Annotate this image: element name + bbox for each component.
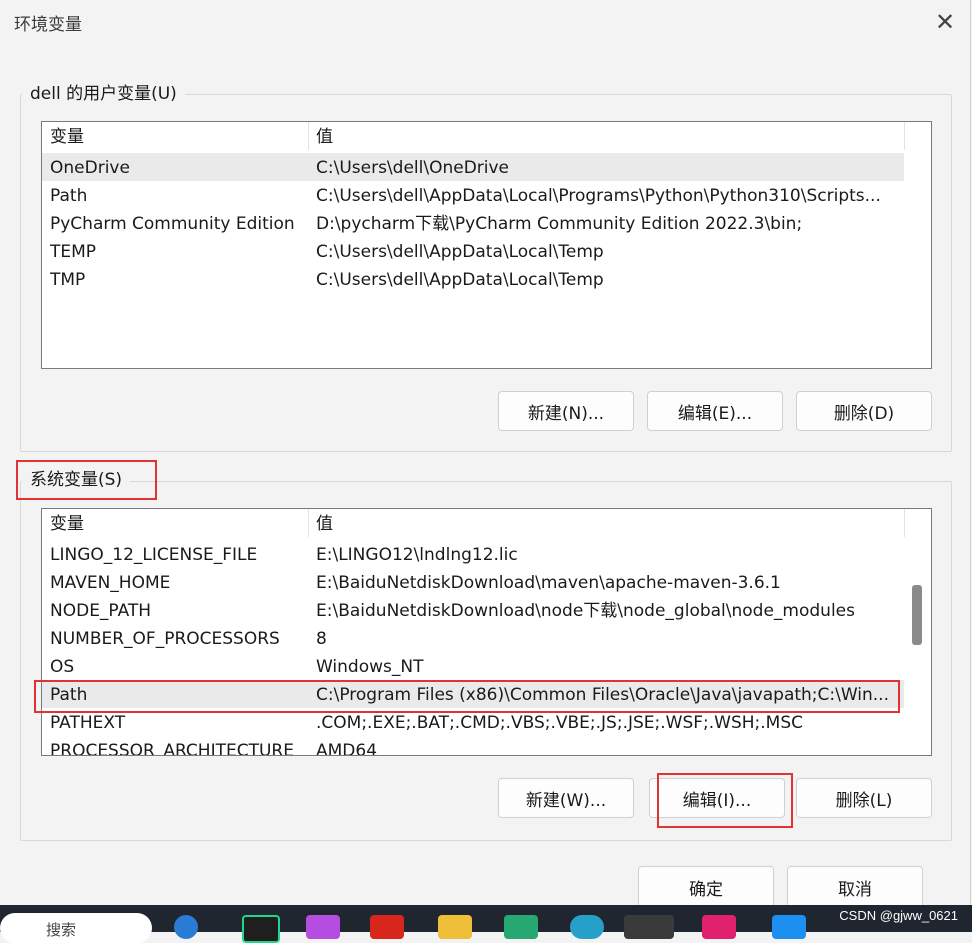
- variable-name: PyCharm Community Edition: [50, 214, 295, 234]
- app-icon[interactable]: [702, 915, 736, 939]
- dialog-title: 环境变量: [14, 15, 82, 35]
- list-item-lingo[interactable]: LINGO_12_LICENSE_FILE E:\LINGO12\lndlng1…: [42, 540, 904, 568]
- ok-button[interactable]: 确定: [638, 866, 774, 908]
- variable-value: .COM;.EXE;.BAT;.CMD;.VBS;.VBE;.JS;.JSE;.…: [316, 713, 804, 733]
- variable-name: Path: [50, 685, 88, 705]
- variable-value: C:\Users\dell\OneDrive: [316, 158, 510, 178]
- variable-value: E:\BaiduNetdiskDownload\node下载\node_glob…: [316, 601, 855, 621]
- app-icon[interactable]: [772, 915, 806, 939]
- app-icon[interactable]: [504, 915, 538, 939]
- list-item-temp[interactable]: TEMP C:\Users\dell\AppData\Local\Temp: [42, 237, 904, 265]
- list-item-pathext[interactable]: PATHEXT .COM;.EXE;.BAT;.CMD;.VBS;.VBE;.J…: [42, 708, 904, 736]
- variable-name: MAVEN_HOME: [50, 573, 171, 593]
- list-item-onedrive[interactable]: OneDrive C:\Users\dell\OneDrive: [42, 153, 904, 181]
- variable-value: C:\Users\dell\AppData\Local\Programs\Pyt…: [316, 186, 881, 206]
- taskbar-search[interactable]: 搜索: [0, 913, 152, 943]
- app-icon[interactable]: [624, 915, 674, 939]
- list-item-number-of-processors[interactable]: NUMBER_OF_PROCESSORS 8: [42, 624, 904, 652]
- list-item-maven-home[interactable]: MAVEN_HOME E:\BaiduNetdiskDownload\maven…: [42, 568, 904, 596]
- variable-value: 8: [316, 629, 327, 649]
- system-new-button[interactable]: 新建(W)...: [498, 778, 634, 818]
- column-header-value[interactable]: 值: [316, 509, 902, 537]
- taskbar-search-label: 搜索: [46, 921, 77, 939]
- variable-name: LINGO_12_LICENSE_FILE: [50, 545, 258, 565]
- user-delete-button[interactable]: 删除(D): [796, 391, 932, 431]
- column-divider[interactable]: [308, 509, 309, 537]
- variable-name: TMP: [50, 270, 86, 290]
- list-item-node-path[interactable]: NODE_PATH E:\BaiduNetdiskDownload\node下载…: [42, 596, 904, 624]
- column-divider: [904, 509, 905, 537]
- variable-name: PROCESSOR_ARCHITECTURE: [50, 741, 294, 756]
- taskbar: 搜索: [0, 905, 972, 943]
- list-header: 变量 值: [42, 122, 905, 150]
- variable-value: E:\BaiduNetdiskDownload\maven\apache-mav…: [316, 573, 781, 593]
- environment-variables-dialog: 环境变量 ✕ dell 的用户变量(U) 变量 值 OneDrive C:\Us…: [0, 0, 971, 908]
- column-header-name[interactable]: 变量: [50, 122, 306, 150]
- variable-name: OneDrive: [50, 158, 130, 178]
- app-icon[interactable]: [370, 915, 404, 939]
- watermark: CSDN @gjww_0621: [839, 908, 958, 923]
- cancel-button[interactable]: 取消: [787, 866, 923, 908]
- scrollbar-thumb[interactable]: [912, 585, 922, 645]
- pycharm-icon[interactable]: [242, 915, 280, 943]
- variable-value: E:\LINGO12\lndlng12.lic: [316, 545, 518, 565]
- variable-value: C:\Users\dell\AppData\Local\Temp: [316, 270, 604, 290]
- folder-icon[interactable]: [438, 915, 472, 939]
- edge-icon[interactable]: [174, 915, 198, 939]
- variable-value: C:\Program Files (x86)\Common Files\Orac…: [316, 685, 889, 705]
- list-item-processor-architecture[interactable]: PROCESSOR_ARCHITECTURE AMD64: [42, 736, 904, 756]
- list-item-tmp[interactable]: TMP C:\Users\dell\AppData\Local\Temp: [42, 265, 904, 293]
- variable-value: AMD64: [316, 741, 378, 756]
- system-variables-list[interactable]: 变量 值 LINGO_12_LICENSE_FILE E:\LINGO12\ln…: [41, 508, 932, 756]
- system-variables-label: 系统变量(S): [22, 468, 131, 492]
- variable-name: NODE_PATH: [50, 601, 152, 621]
- app-icon[interactable]: [570, 915, 604, 939]
- variable-value: D:\pycharm下载\PyCharm Community Edition 2…: [316, 214, 803, 234]
- column-divider: [904, 122, 905, 150]
- variable-name: OS: [50, 657, 75, 677]
- variable-name: PATHEXT: [50, 713, 126, 733]
- user-variables-list[interactable]: 变量 值 OneDrive C:\Users\dell\OneDrive Pat…: [41, 121, 932, 369]
- variable-name: NUMBER_OF_PROCESSORS: [50, 629, 280, 649]
- list-item-path[interactable]: Path C:\Users\dell\AppData\Local\Program…: [42, 181, 904, 209]
- variable-value: Windows_NT: [316, 657, 424, 677]
- column-divider[interactable]: [308, 122, 309, 150]
- user-edit-button[interactable]: 编辑(E)...: [647, 391, 783, 431]
- column-header-name[interactable]: 变量: [50, 509, 306, 537]
- variable-value: C:\Users\dell\AppData\Local\Temp: [316, 242, 604, 262]
- close-icon[interactable]: ✕: [922, 2, 968, 42]
- app-icon[interactable]: [306, 915, 340, 939]
- user-variables-label: dell 的用户变量(U): [22, 82, 185, 106]
- column-header-value[interactable]: 值: [316, 122, 902, 150]
- variable-name: Path: [50, 186, 88, 206]
- list-item-os[interactable]: OS Windows_NT: [42, 652, 904, 680]
- system-delete-button[interactable]: 删除(L): [796, 778, 932, 818]
- list-item-path[interactable]: Path C:\Program Files (x86)\Common Files…: [42, 680, 904, 708]
- list-header: 变量 值: [42, 509, 905, 537]
- system-edit-button[interactable]: 编辑(I)...: [649, 778, 785, 818]
- list-item-pycharm[interactable]: PyCharm Community Edition D:\pycharm下载\P…: [42, 209, 904, 237]
- vertical-scrollbar[interactable]: [912, 509, 930, 755]
- user-new-button[interactable]: 新建(N)...: [498, 391, 634, 431]
- variable-name: TEMP: [50, 242, 97, 262]
